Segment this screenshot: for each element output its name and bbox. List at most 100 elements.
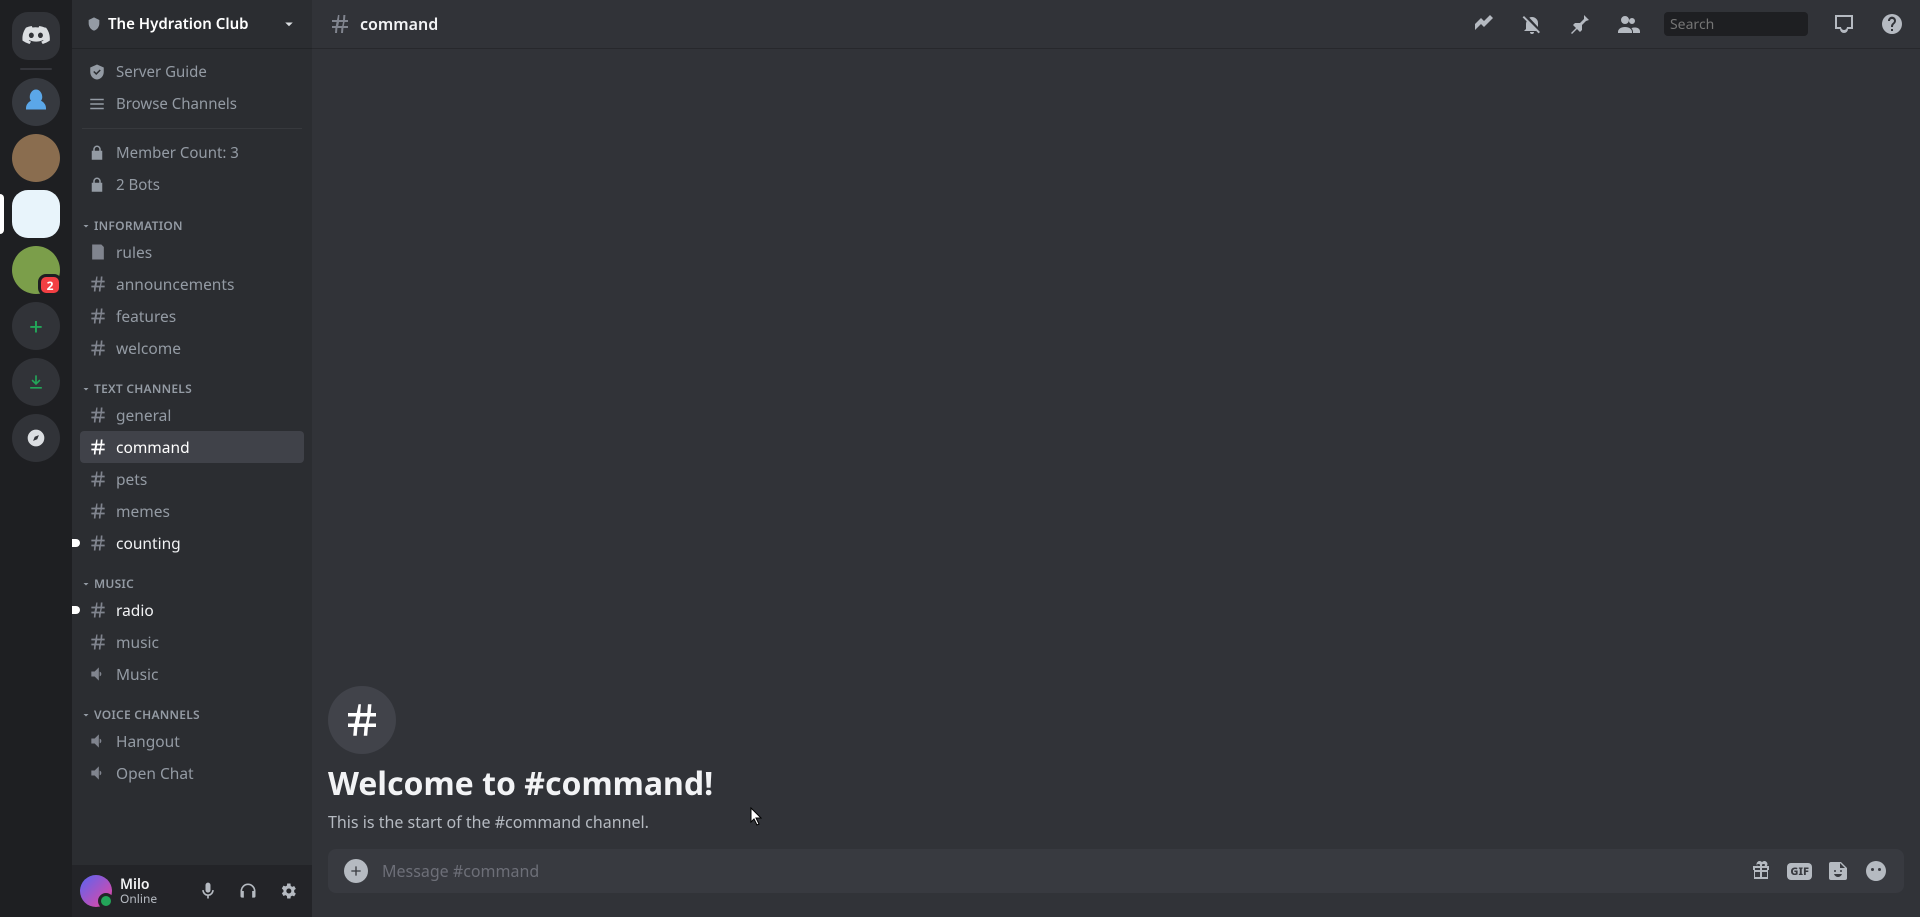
attach-button[interactable] [344,859,368,883]
members-button[interactable] [1616,12,1640,36]
channel-command[interactable]: command [80,431,304,463]
mute-button[interactable] [192,875,224,907]
hash-icon [341,699,383,741]
channel-label: counting [116,532,181,554]
category-header-information[interactable]: INFORMATION [80,201,304,236]
browse-channels-link[interactable]: Browse Channels [80,88,304,120]
category-header-text[interactable]: TEXT CHANNELS [80,364,304,399]
compass-icon [26,428,46,448]
gear-icon [278,881,298,901]
composer-wrap: GIF [328,849,1904,917]
member-count-row: Member Count: 3 [80,137,304,169]
search-box[interactable] [1664,12,1808,36]
channel-title: command [360,13,438,35]
channel-label: Open Chat [116,762,194,784]
channel-announcements[interactable]: announcements [80,268,304,300]
server-guide-link[interactable]: Server Guide [80,56,304,88]
headphones-icon [238,881,258,901]
channel-label: memes [116,500,170,522]
rules-icon [88,242,108,262]
channel-radio[interactable]: radio [80,594,304,626]
server-item-1[interactable] [12,78,60,126]
user-avatar[interactable] [80,875,112,907]
channel-rules[interactable]: rules [80,236,304,268]
welcome-title: Welcome to #command! [328,762,1904,805]
welcome-subtitle: This is the start of the #command channe… [328,811,1904,833]
message-input[interactable] [382,860,1735,882]
channel-music-text[interactable]: music [80,626,304,658]
category-label: INFORMATION [94,217,183,234]
separator [82,128,302,129]
server-item-2[interactable] [12,134,60,182]
channel-topbar: command [312,0,1920,48]
channel-label: Music [116,663,159,685]
help-button[interactable] [1880,12,1904,36]
category-header-music[interactable]: MUSIC [80,559,304,594]
browse-icon [88,95,106,113]
user-settings-button[interactable] [272,875,304,907]
sticker-button[interactable] [1826,859,1850,883]
hash-icon [88,501,108,521]
threads-button[interactable] [1472,12,1496,36]
channel-label: welcome [116,337,181,359]
download-apps-button[interactable] [12,358,60,406]
channel-general[interactable]: general [80,399,304,431]
channel-memes[interactable]: memes [80,495,304,527]
channel-label: radio [116,599,154,621]
threads-icon [1472,12,1496,36]
speaker-icon [88,763,108,783]
server-bar: 2 + [0,0,72,917]
hash-icon [88,274,108,294]
chevron-down-icon [80,383,92,395]
chevron-down-icon [280,15,298,33]
speaker-icon [88,731,108,751]
channel-pets[interactable]: pets [80,463,304,495]
server-header[interactable]: The Hydration Club [72,0,312,48]
browse-channels-label: Browse Channels [116,94,237,114]
category-label: VOICE CHANNELS [94,706,200,723]
server-name: The Hydration Club [108,14,249,34]
server-guide-label: Server Guide [116,62,207,82]
channel-label: general [116,404,171,426]
deafen-button[interactable] [232,875,264,907]
members-icon [1616,12,1640,36]
server-avatar-icon [21,87,51,117]
channel-label: rules [116,241,152,263]
download-icon [26,372,46,392]
sticker-icon [1826,859,1850,883]
notifications-button[interactable] [1520,12,1544,36]
category-header-voice[interactable]: VOICE CHANNELS [80,690,304,725]
emoji-button[interactable] [1864,859,1888,883]
channel-music-voice[interactable]: Music [80,658,304,690]
channel-label: command [116,436,190,458]
channel-welcome[interactable]: welcome [80,332,304,364]
hash-icon [88,632,108,652]
pinned-button[interactable] [1568,12,1592,36]
composer: GIF [328,849,1904,893]
hash-icon [88,306,108,326]
user-status: Online [120,892,184,905]
inbox-button[interactable] [1832,12,1856,36]
server-item-4[interactable]: 2 [12,246,60,294]
server-item-active[interactable] [12,190,60,238]
channel-counting[interactable]: counting [80,527,304,559]
channel-hangout[interactable]: Hangout [80,725,304,757]
inbox-icon [1832,12,1856,36]
gif-button[interactable]: GIF [1787,863,1812,880]
channel-label: pets [116,468,147,490]
discord-logo-icon [22,26,50,46]
server-separator [20,68,52,70]
hash-icon [88,437,108,457]
gift-button[interactable] [1749,859,1773,883]
explore-servers-button[interactable] [12,414,60,462]
user-info[interactable]: Milo Online [120,877,184,906]
add-server-button[interactable]: + [12,302,60,350]
bots-count-label: 2 Bots [116,175,160,195]
channel-features[interactable]: features [80,300,304,332]
pin-icon [1568,12,1592,36]
boost-badge-icon [86,16,102,32]
message-area: Welcome to #command! This is the start o… [312,48,1920,917]
home-button[interactable] [12,12,60,60]
channel-openchat[interactable]: Open Chat [80,757,304,789]
hash-icon [88,600,108,620]
